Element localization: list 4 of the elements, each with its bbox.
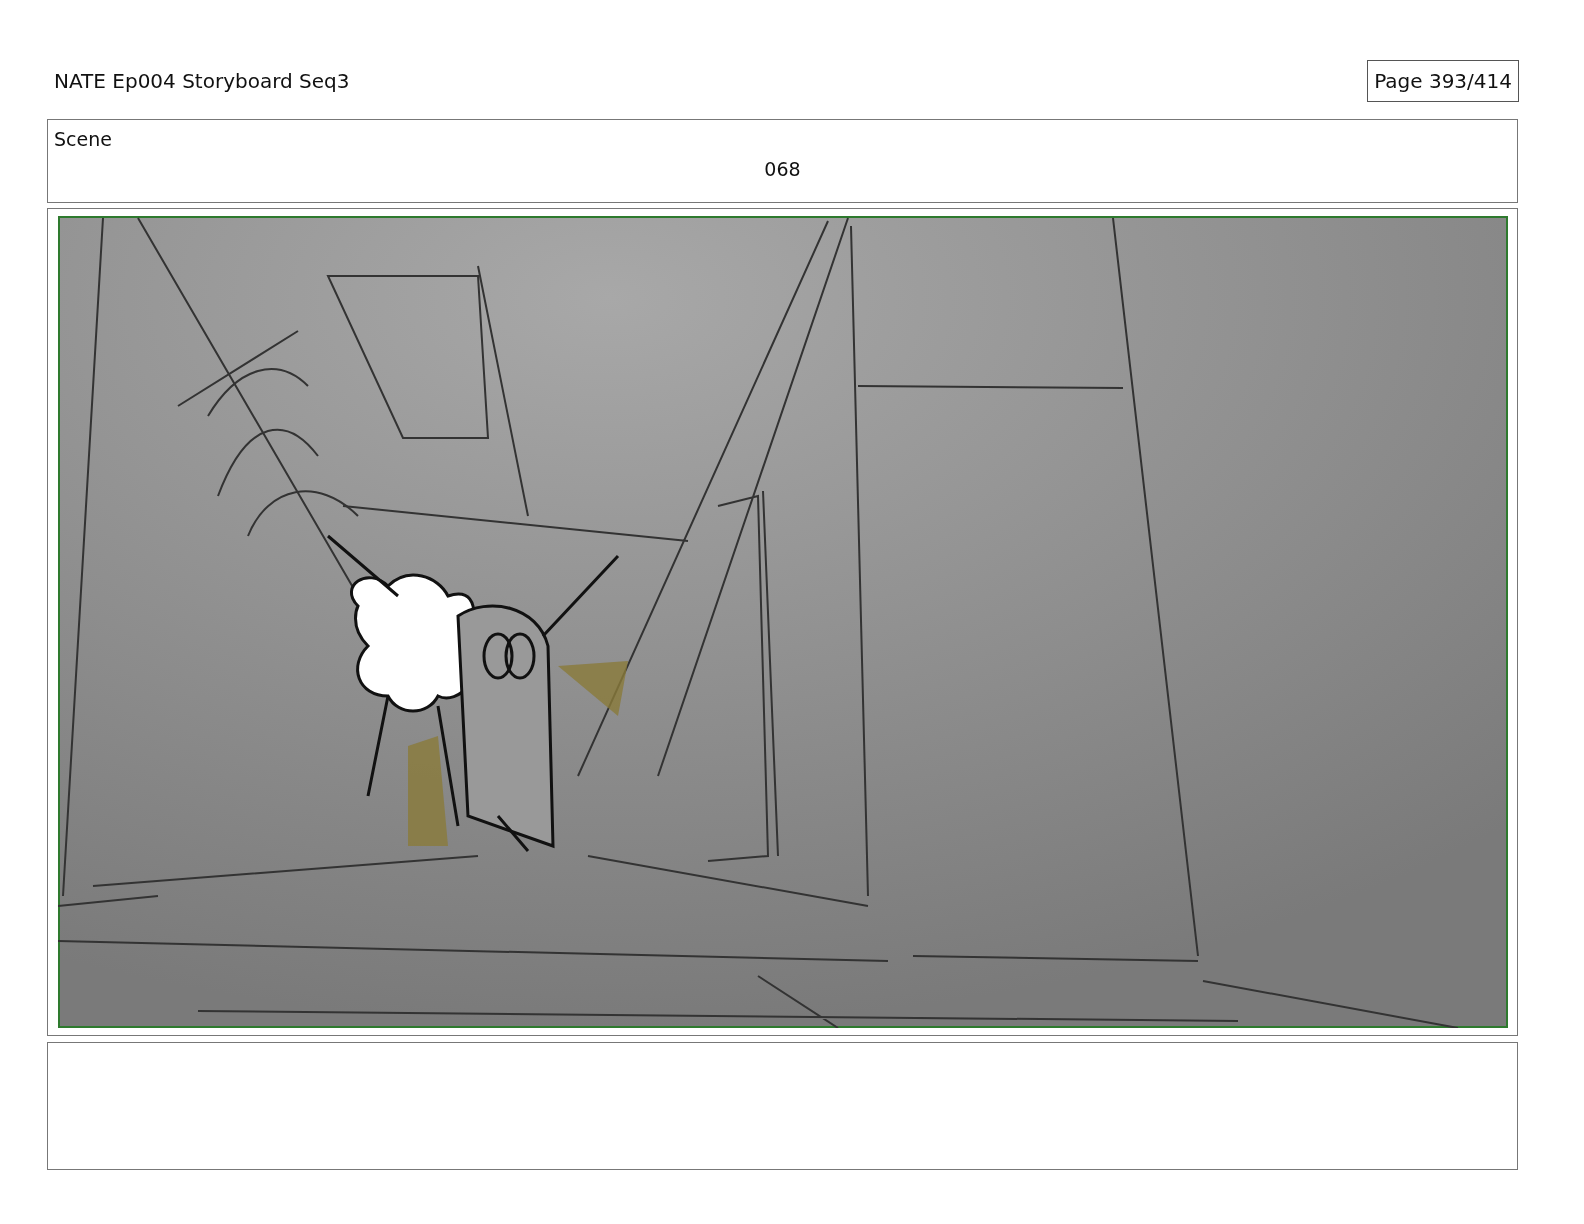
page-number: Page 393/414 (1367, 60, 1519, 102)
scene-number: 068 (764, 158, 801, 180)
scene-label: Scene (54, 128, 113, 150)
document-title: NATE Ep004 Storyboard Seq3 (54, 69, 350, 93)
